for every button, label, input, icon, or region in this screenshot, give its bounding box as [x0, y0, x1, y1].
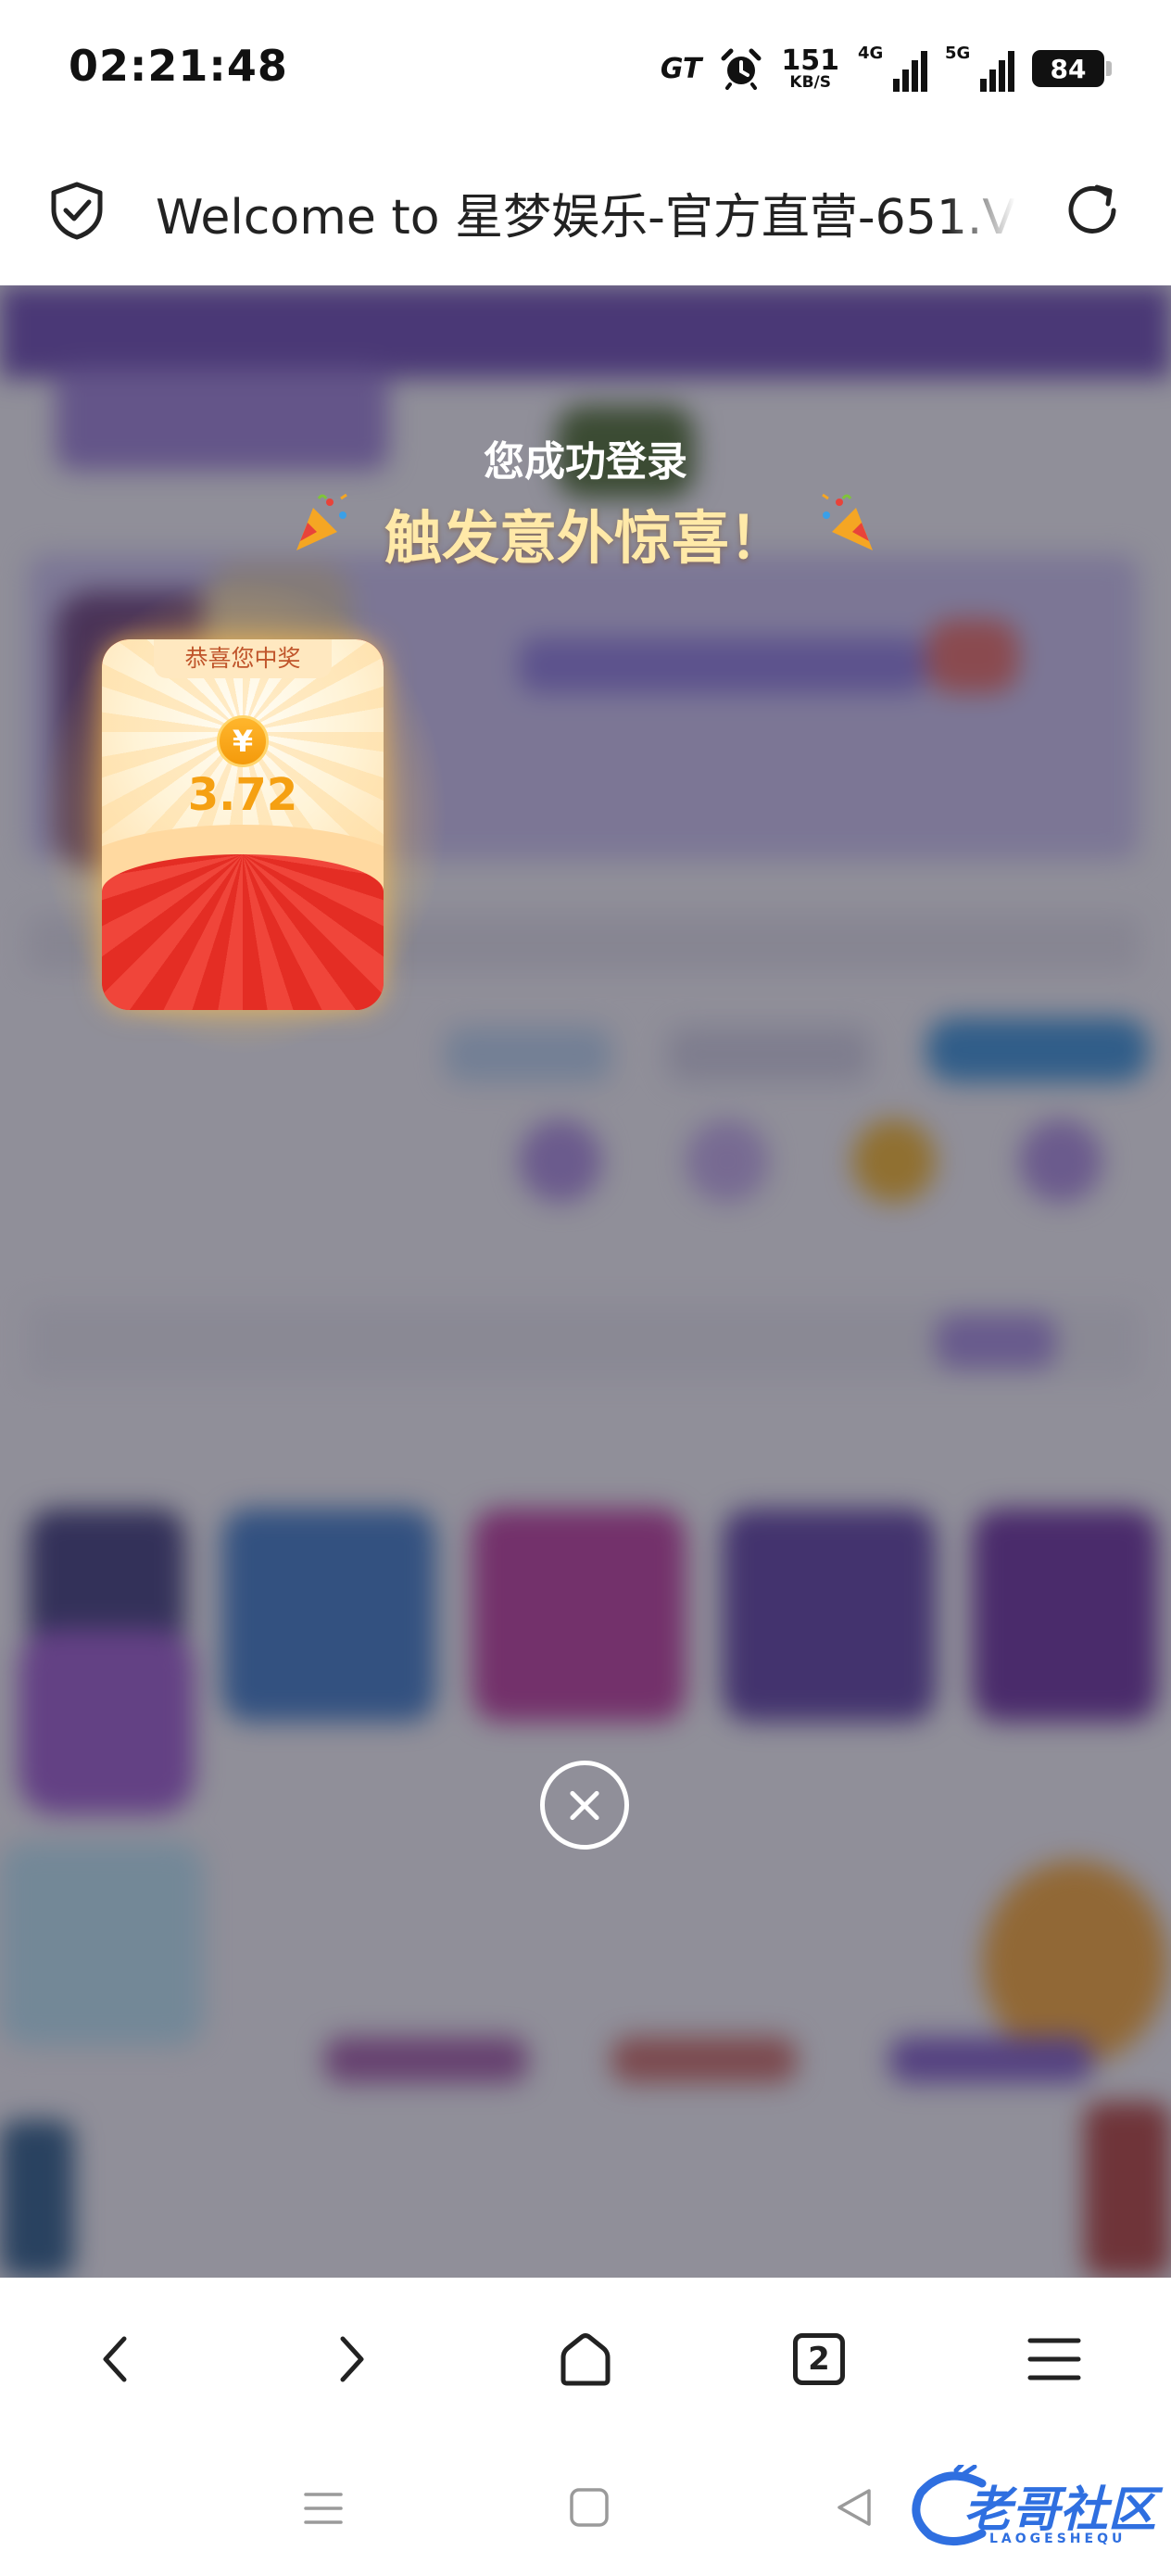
watermark-subtext: LAOGESHEQU — [989, 2532, 1127, 2546]
envelope-body[interactable]: 恭喜您中奖 ¥ 3.72 — [102, 639, 384, 1010]
alarm-icon — [721, 48, 762, 90]
party-popper-icon — [822, 493, 873, 550]
shield-check-icon[interactable] — [46, 180, 107, 241]
signal-4g-label: 4G — [858, 44, 884, 63]
browser-bottom-nav: 2 — [0, 2278, 1171, 2441]
prize-amount: 3.72 — [187, 769, 298, 821]
back-button[interactable] — [76, 2318, 157, 2400]
net-speed-unit: KB/S — [789, 72, 831, 92]
battery-icon: 84 — [1032, 50, 1112, 87]
signal-5g-icon: 5G — [945, 44, 1014, 92]
forward-button[interactable] — [309, 2318, 391, 2400]
modal-overlay[interactable] — [0, 285, 1171, 2278]
signal-4g-icon: 4G — [858, 44, 927, 92]
watermark-text: 老哥社区 — [963, 2482, 1157, 2538]
home-square-icon[interactable] — [569, 2487, 610, 2528]
tabs-icon: 2 — [793, 2333, 845, 2385]
envelope-bottom — [102, 854, 384, 1010]
close-icon[interactable] — [540, 1761, 629, 1850]
home-button[interactable] — [545, 2318, 626, 2400]
status-bar: 02:21:48 GT 151 KB/S 4G 5G 84 — [0, 0, 1171, 137]
system-nav-bar: 老哥社区 LAOGESHEQU — [0, 2441, 1171, 2576]
tabs-button[interactable]: 2 — [778, 2318, 860, 2400]
tab-count: 2 — [808, 2341, 830, 2378]
status-icons: GT 151 KB/S 4G 5G 84 — [660, 41, 1112, 96]
watermark-logo: 老哥社区 LAOGESHEQU — [908, 2461, 1158, 2554]
menu-button[interactable] — [1014, 2318, 1095, 2400]
reload-icon[interactable] — [1060, 178, 1125, 243]
status-time: 02:21:48 — [69, 41, 288, 91]
page-title[interactable]: Welcome to 星梦娱乐-官方直营-651.V — [156, 178, 1015, 247]
recents-icon[interactable] — [302, 2487, 345, 2530]
red-envelope[interactable]: 恭喜您中奖 ¥ 3.72 — [37, 575, 448, 1056]
back-triangle-icon[interactable] — [832, 2485, 876, 2530]
back-icon — [103, 2336, 127, 2382]
menu-icon — [1027, 2338, 1081, 2380]
home-icon — [560, 2333, 611, 2386]
popup-subtitle: 您成功登录 — [484, 438, 687, 486]
net-speed-value: 151 — [781, 44, 839, 77]
blurred-webpage — [0, 285, 1171, 2278]
url-bar: Welcome to 星梦娱乐-官方直营-651.V — [0, 137, 1171, 285]
gt-icon: GT — [660, 52, 702, 85]
battery-level: 84 — [1050, 53, 1087, 84]
net-speed: 151 KB/S — [781, 44, 839, 92]
popup-title: 触发意外惊喜！ — [384, 504, 787, 572]
envelope-label: 恭喜您中奖 — [154, 639, 332, 678]
yen-coin-icon: ¥ — [217, 715, 269, 767]
signal-5g-label: 5G — [945, 44, 971, 63]
forward-icon — [340, 2336, 364, 2382]
